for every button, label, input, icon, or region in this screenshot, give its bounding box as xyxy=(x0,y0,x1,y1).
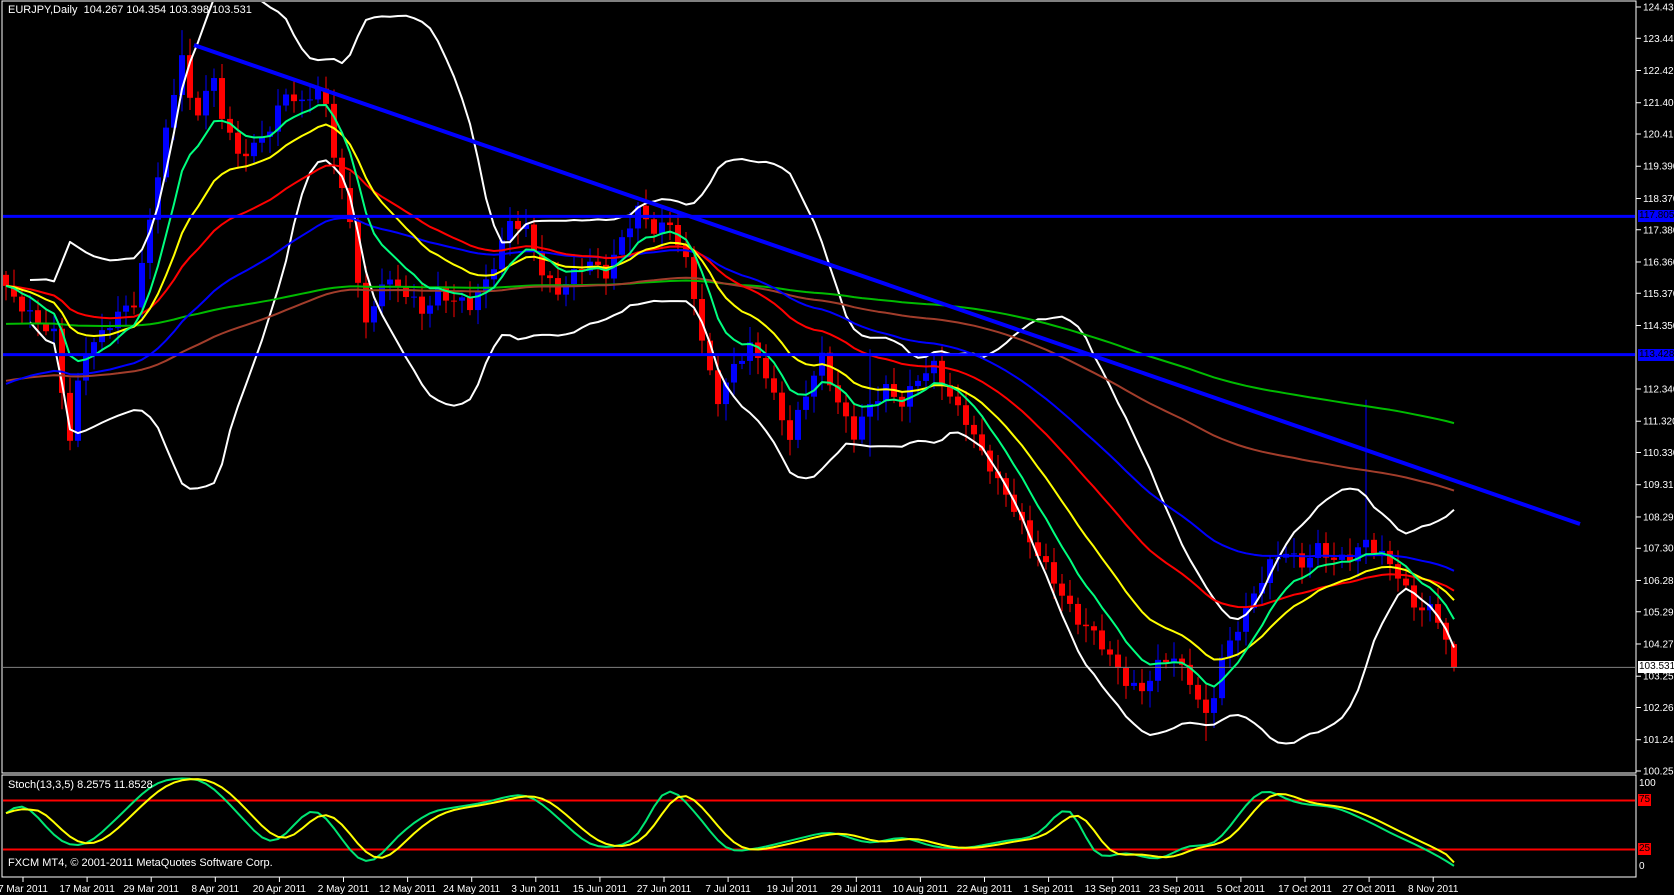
date-axis-label[interactable]: 29 Jul 2011 xyxy=(831,884,882,895)
price-axis-label[interactable]: 112.340 xyxy=(1643,385,1674,396)
price-axis-label[interactable]: 123.440 xyxy=(1643,34,1674,45)
date-axis-label[interactable]: 15 Jun 2011 xyxy=(573,884,628,895)
price-axis-label[interactable]: 118.370 xyxy=(1643,194,1674,205)
price-axis-label[interactable]: 119.390 xyxy=(1643,162,1674,173)
date-axis-label[interactable]: 1 Sep 2011 xyxy=(1023,884,1074,895)
stoch-indicator-label: Stoch(13,3,5) 8.2575 11.8528 xyxy=(8,779,153,791)
stoch-scale-label: 0 xyxy=(1639,861,1645,872)
stoch-scale-label: 100 xyxy=(1639,778,1656,789)
price-axis-label[interactable]: 100.250 xyxy=(1643,767,1674,778)
price-axis-label[interactable]: 117.380 xyxy=(1643,225,1674,236)
date-axis-label[interactable]: 20 Apr 2011 xyxy=(253,884,307,895)
price-level-tag: 103.531 xyxy=(1638,661,1674,673)
price-axis-label[interactable]: 103.250 xyxy=(1643,672,1674,683)
price-axis-label[interactable]: 111.320 xyxy=(1643,417,1674,428)
price-axis-label[interactable]: 121.400 xyxy=(1643,98,1674,109)
price-axis-label[interactable]: 107.300 xyxy=(1643,544,1674,555)
price-axis-label[interactable]: 109.310 xyxy=(1643,480,1674,491)
price-axis-label[interactable]: 108.290 xyxy=(1643,512,1674,523)
date-axis-label[interactable]: 8 Nov 2011 xyxy=(1408,884,1459,895)
price-axis-label[interactable]: 114.350 xyxy=(1643,321,1674,332)
ema-blue-line xyxy=(5,217,1455,572)
price-axis-label[interactable]: 122.420 xyxy=(1643,66,1674,77)
date-axis-label[interactable]: 12 May 2011 xyxy=(379,884,437,895)
price-axis-label[interactable]: 101.240 xyxy=(1643,735,1674,746)
main-pane-border xyxy=(1,0,1637,774)
descending-trendline[interactable] xyxy=(193,43,1581,526)
date-axis-label[interactable]: 29 Mar 2011 xyxy=(123,884,179,895)
bollinger-upper-band xyxy=(29,2,1455,621)
date-axis-label[interactable]: 23 Sep 2011 xyxy=(1149,884,1205,895)
date-axis-label[interactable]: 17 Mar 2011 xyxy=(59,884,115,895)
date-axis-label[interactable]: 13 Sep 2011 xyxy=(1085,884,1141,895)
price-axis-label[interactable]: 102.260 xyxy=(1643,703,1674,714)
date-axis-label[interactable]: 10 Aug 2011 xyxy=(893,884,949,895)
mt4-chart-window: { "ui": { "title": "EURJPY,Daily 104.267… xyxy=(0,0,1674,895)
ema-fast-line xyxy=(5,104,1455,688)
price-axis-label[interactable]: 124.430 xyxy=(1643,3,1674,14)
price-axis-label[interactable]: 115.370 xyxy=(1643,289,1674,300)
chart-canvas[interactable]: 124.430 123.440 122.420 121.400 120.410 119.3… xyxy=(0,0,1674,895)
price-axis-label[interactable]: 106.280 xyxy=(1643,576,1674,587)
price-axis-label[interactable]: 104.270 xyxy=(1643,639,1674,650)
price-level-tag: 117.805 xyxy=(1638,210,1674,222)
stoch-scale-label: 25 xyxy=(1638,843,1652,855)
date-axis-label[interactable]: 17 Oct 2011 xyxy=(1278,884,1332,895)
date-axis-label[interactable]: 24 May 2011 xyxy=(443,884,501,895)
date-axis-label[interactable]: 2 May 2011 xyxy=(318,884,370,895)
date-axis-label[interactable]: 19 Jul 2011 xyxy=(767,884,818,895)
stochastic-pane[interactable] xyxy=(5,777,1455,867)
price-level-tag: 113.428 xyxy=(1638,349,1674,361)
date-axis-label[interactable]: 22 Aug 2011 xyxy=(957,884,1013,895)
price-axis-label[interactable]: 120.410 xyxy=(1643,130,1674,141)
stoch-scale-label: 75 xyxy=(1638,794,1652,806)
date-axis-label[interactable]: 8 Apr 2011 xyxy=(191,884,239,895)
copyright-text: FXCM MT4, © 2001-2011 MetaQuotes Softwar… xyxy=(8,857,273,869)
date-axis-label[interactable]: 7 Mar 2011 xyxy=(0,884,48,895)
main-chart-pane[interactable] xyxy=(3,0,1635,745)
date-axis-label[interactable]: 5 Oct 2011 xyxy=(1217,884,1266,895)
date-axis-label[interactable]: 27 Oct 2011 xyxy=(1342,884,1396,895)
stoch-main-line xyxy=(5,777,1455,867)
bollinger-lower-band xyxy=(29,159,1455,745)
date-axis-label[interactable]: 7 Jul 2011 xyxy=(705,884,751,895)
price-axis-label[interactable]: 116.360 xyxy=(1643,257,1674,268)
price-axis-label[interactable]: 105.290 xyxy=(1643,607,1674,618)
date-axis-label[interactable]: 3 Jun 2011 xyxy=(511,884,560,895)
chart-title: EURJPY,Daily 104.267 104.354 103.398 103… xyxy=(8,4,252,16)
date-axis-label[interactable]: 27 Jun 2011 xyxy=(637,884,692,895)
price-axis-label[interactable]: 110.330 xyxy=(1643,448,1674,459)
